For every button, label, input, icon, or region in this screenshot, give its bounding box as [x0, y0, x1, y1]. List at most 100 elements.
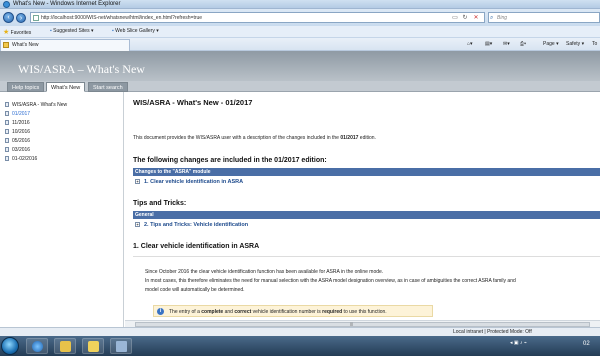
forward-button[interactable]: › — [16, 13, 26, 23]
refresh-icon[interactable]: ↻ — [461, 14, 469, 22]
address-url[interactable]: http://localhost:9000/WIS-net/whatsnew/h… — [41, 15, 202, 21]
sidebar-item-11-2016[interactable]: 11/2016 — [5, 120, 30, 126]
main-content: WIS/ASRA - What's New - 01/2017 This doc… — [125, 92, 600, 336]
window-title: What's New - Windows Internet Explorer — [13, 1, 121, 7]
web-slice-gallery-button[interactable]: ▪ Web Slice Gallery ▾ — [112, 28, 159, 34]
lock-icon — [88, 341, 99, 352]
sidebar-item-10-2016[interactable]: 10/2016 — [5, 129, 30, 135]
safety-menu[interactable]: Safety ▾ — [566, 41, 584, 47]
tools-menu[interactable]: To — [592, 41, 597, 47]
sidebar-item-label: 11/2016 — [12, 120, 30, 126]
pen-icon — [116, 341, 127, 352]
search-box[interactable]: ⌕ Bing — [488, 12, 600, 23]
web-slice-label: Web Slice Gallery ▾ — [115, 28, 159, 34]
mail-icon[interactable]: ✉▾ — [503, 41, 510, 47]
security-zone[interactable]: Local intranet | Protected Mode: Off — [453, 329, 532, 335]
suggested-sites-label: Suggested Sites ▾ — [53, 28, 94, 34]
changes-link[interactable]: +1. Clear vehicle identification in ASRA — [135, 179, 243, 185]
document-icon — [5, 138, 9, 143]
sidebar-item-label: 05/2016 — [12, 138, 31, 144]
sidebar-item-03-2016[interactable]: 03/2016 — [5, 147, 30, 153]
sidebar: WIS/ASRA - What's New 01/2017 11/2016 10… — [0, 92, 124, 336]
tips-link[interactable]: +2. Tips and Tricks: Vehicle identificat… — [135, 222, 248, 228]
clock[interactable]: 02 — [583, 341, 590, 347]
expand-icon[interactable]: + — [135, 179, 140, 184]
sidebar-item-label: 03/2016 — [12, 147, 31, 153]
intro-prefix: This document provides the WIS/ASRA user… — [133, 135, 341, 141]
note-text: The entry of a complete and correct vehi… — [169, 309, 387, 315]
stop-icon[interactable]: ✕ — [472, 14, 480, 22]
scrollbar-grip-icon: ||| — [350, 321, 354, 326]
browser-tab-label: What's New — [12, 42, 39, 48]
favorites-label: Favorites — [10, 30, 32, 36]
sidebar-item-01-2017[interactable]: 01/2017 — [5, 111, 30, 117]
folder-icon — [60, 341, 71, 352]
address-bar[interactable]: http://localhost:9000/WIS-net/whatsnew/h… — [30, 12, 485, 23]
document-icon — [5, 147, 9, 152]
paragraph-1: Since October 2016 the clear vehicle ide… — [145, 269, 384, 275]
compatibility-view-icon[interactable]: ▭ — [451, 14, 459, 22]
back-button[interactable]: ‹ — [3, 12, 14, 23]
sidebar-item-01-02-2016[interactable]: 01-02/2016 — [5, 156, 37, 162]
tips-link-label[interactable]: 2. Tips and Tricks: Vehicle identificati… — [144, 222, 248, 228]
info-note: i The entry of a complete and correct ve… — [153, 305, 433, 317]
page-menu[interactable]: Page ▾ — [543, 41, 559, 47]
sidebar-item-whats-new[interactable]: WIS/ASRA - What's New — [5, 102, 67, 108]
address-toolbar: ‹ › http://localhost:9000/WIS-net/whatsn… — [0, 9, 600, 26]
tab-help-topics[interactable]: Help topics — [7, 82, 45, 92]
taskbar-tool-button[interactable] — [110, 338, 132, 354]
document-icon — [5, 111, 9, 116]
sidebar-item-05-2016[interactable]: 05/2016 — [5, 138, 30, 144]
note-part: The entry of a — [169, 309, 202, 315]
note-bold: required — [322, 309, 343, 315]
document-icon — [5, 129, 9, 134]
changes-heading: The following changes are included in th… — [133, 157, 327, 164]
changes-link-label[interactable]: 1. Clear vehicle identification in ASRA — [144, 179, 243, 185]
note-part: and — [223, 309, 235, 315]
home-icon[interactable]: ⌂▾ — [467, 41, 473, 47]
info-icon: i — [157, 308, 164, 315]
document-icon — [5, 120, 9, 125]
status-bar: Local intranet | Protected Mode: Off — [0, 327, 600, 336]
tab-start-search[interactable]: Start search — [88, 82, 128, 92]
paragraph-3: model code will automatically be determi… — [145, 287, 245, 293]
taskbar-explorer-button[interactable] — [54, 338, 76, 354]
print-icon[interactable]: ⎙▾ — [520, 41, 526, 47]
suggested-sites-button[interactable]: ▪ Suggested Sites ▾ — [50, 28, 93, 34]
horizontal-scrollbar[interactable]: ||| — [125, 320, 600, 327]
search-icon: ⌕ — [490, 15, 494, 21]
window-title-bar: What's New - Windows Internet Explorer — [0, 0, 600, 9]
changes-section-bar: Changes to the "ASRA" module — [133, 168, 600, 176]
tab-page-icon — [3, 42, 9, 48]
internet-explorer-icon — [32, 341, 43, 352]
site-tab-bar: Help topics What's New Start search — [0, 81, 600, 92]
document-icon — [5, 102, 9, 107]
document-icon — [5, 156, 9, 161]
system-tray[interactable]: ◂ ▣ ♪ ⌁ — [510, 340, 527, 346]
tips-heading: Tips and Tricks: — [133, 200, 187, 207]
taskbar-app-button[interactable] — [82, 338, 104, 354]
expand-icon[interactable]: + — [135, 222, 140, 227]
taskbar-ie-button[interactable] — [26, 338, 48, 354]
note-part: vehicle identification number is — [251, 309, 323, 315]
tips-section-bar: General — [133, 211, 600, 219]
intro-suffix: edition. — [358, 135, 376, 141]
intro-text: This document provides the WIS/ASRA user… — [133, 135, 376, 141]
search-placeholder[interactable]: Bing — [497, 15, 507, 21]
note-bold: correct — [234, 309, 252, 315]
taskbar: ◂ ▣ ♪ ⌁ 02 — [0, 336, 600, 356]
note-bold: complete — [201, 309, 224, 315]
tab-whats-new[interactable]: What's New — [46, 82, 86, 92]
intro-edition: 01/2017 — [340, 135, 359, 141]
tab-bar: What's New ⌂▾ ▤▾ ✉▾ ⎙▾ Page ▾ Safety ▾ T… — [0, 38, 600, 51]
page-icon — [33, 15, 39, 21]
favorites-button[interactable]: ★ Favorites — [3, 28, 31, 36]
page-title: WIS/ASRA - What's New - 01/2017 — [133, 98, 253, 107]
feeds-icon[interactable]: ▤▾ — [485, 41, 492, 47]
start-button[interactable] — [1, 337, 19, 355]
site-title: WIS/ASRA – What's New — [18, 62, 145, 76]
sidebar-item-label: WIS/ASRA - What's New — [12, 102, 68, 108]
browser-tab[interactable]: What's New — [0, 39, 130, 51]
internet-explorer-icon — [3, 1, 10, 8]
star-icon: ★ — [3, 29, 10, 36]
